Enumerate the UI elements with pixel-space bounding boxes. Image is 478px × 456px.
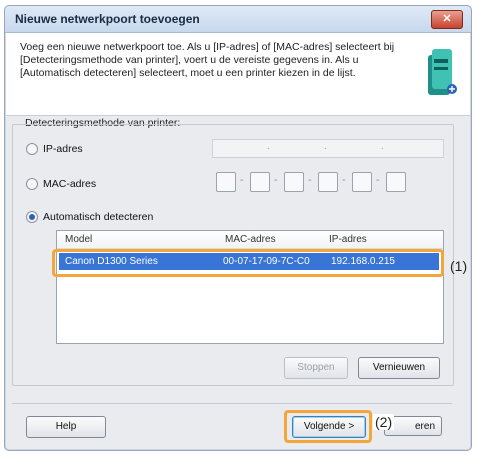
printer-list-header: Model MAC-adres IP-adres (57, 231, 443, 249)
radio-auto-detect[interactable]: Automatisch detecteren (26, 211, 153, 223)
radio-mac-circle[interactable] (26, 178, 38, 190)
row-highlight-box (52, 249, 444, 277)
column-mac[interactable]: MAC-adres (225, 234, 276, 245)
radio-ip-circle[interactable] (26, 143, 38, 155)
mac-separator-4: - (342, 174, 346, 186)
ip-address-field[interactable]: . . . (212, 139, 444, 158)
next-highlight-box (284, 410, 372, 443)
mac-separator-5: - (376, 174, 380, 186)
refresh-button[interactable]: Vernieuwen (358, 357, 440, 379)
ip-separator-2: . (324, 141, 327, 152)
intro-text: Voeg een nieuwe netwerkpoort toe. Als u … (20, 41, 395, 79)
footer-separator (12, 403, 452, 404)
mac-field-1[interactable] (216, 172, 236, 192)
mac-separator-1: - (240, 174, 244, 186)
radio-auto-label: Automatisch detecteren (43, 211, 154, 223)
printer-network-icon (428, 49, 457, 95)
ip-separator-3: . (381, 141, 384, 152)
radio-ip-label: IP-adres (43, 143, 83, 155)
mac-field-5[interactable] (352, 172, 372, 192)
callout-1: (1) (450, 258, 468, 274)
printer-list[interactable]: Model MAC-adres IP-adres Canon D1300 Ser… (56, 230, 444, 344)
radio-mac-address[interactable]: MAC-adres (26, 178, 96, 190)
title-bar: Nieuwe netwerkpoort toevoegen ✕ (5, 6, 471, 33)
mac-field-3[interactable] (284, 172, 304, 192)
radio-auto-circle[interactable] (26, 211, 38, 223)
mac-separator-3: - (308, 174, 312, 186)
stop-button[interactable]: Stoppen (284, 357, 348, 379)
close-icon: ✕ (442, 13, 452, 25)
column-model[interactable]: Model (65, 234, 92, 245)
cancel-button-label: eren (414, 421, 435, 432)
radio-ip-address[interactable]: IP-adres (26, 143, 83, 155)
callout-2: (2) (373, 414, 395, 430)
close-button[interactable]: ✕ (431, 10, 463, 29)
dialog-title: Nieuwe netwerkpoort toevoegen (15, 12, 200, 26)
dialog-header: Voeg een nieuwe netwerkpoort toe. Als u … (6, 33, 470, 116)
ip-separator-1: . (267, 141, 270, 152)
help-button[interactable]: Help (26, 416, 106, 438)
mac-field-4[interactable] (318, 172, 338, 192)
radio-mac-label: MAC-adres (43, 178, 97, 190)
mac-separator-2: - (274, 174, 278, 186)
column-ip[interactable]: IP-adres (329, 234, 367, 245)
mac-field-2[interactable] (250, 172, 270, 192)
mac-field-6[interactable] (386, 172, 406, 192)
